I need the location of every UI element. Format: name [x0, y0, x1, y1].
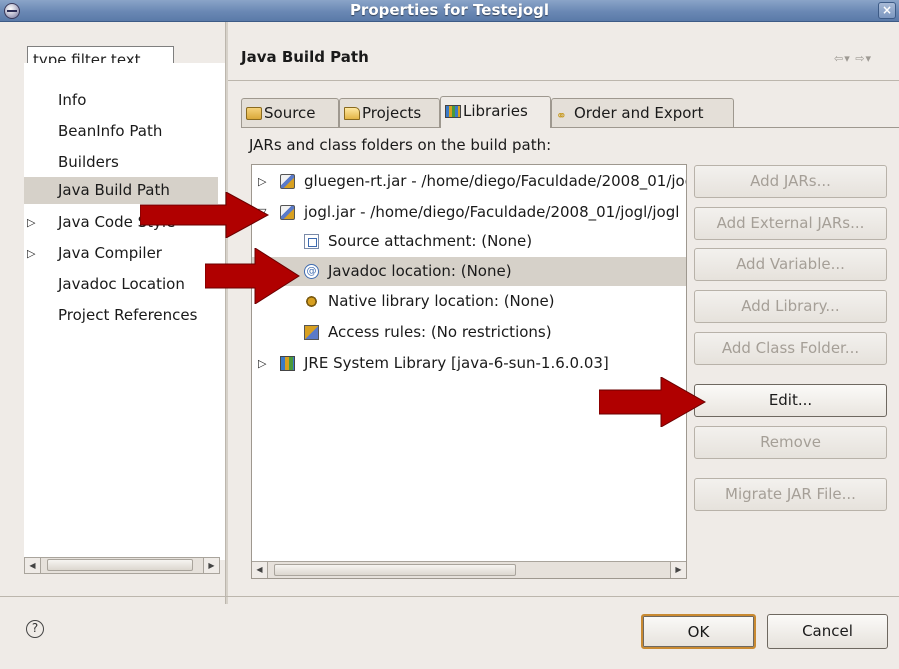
remove-button[interactable]: Remove — [694, 426, 887, 459]
tree-row-native-library[interactable]: Native library location: (None) — [252, 287, 686, 316]
tab-projects[interactable]: Projects — [339, 98, 440, 127]
libraries-icon — [445, 105, 461, 118]
nav-item-builders[interactable]: Builders — [24, 149, 218, 176]
tab-libraries[interactable]: Libraries — [440, 96, 551, 128]
nav-item-info[interactable]: Info — [24, 87, 218, 114]
add-external-jars-button[interactable]: Add External JARs... — [694, 207, 887, 240]
nav-item-java-compiler[interactable]: ▷ Java Compiler — [24, 240, 218, 267]
annotation-arrow-2 — [205, 248, 300, 304]
tab-label: Order and Export — [574, 104, 704, 122]
forward-arrow-icon[interactable]: ⇨▾ — [855, 52, 872, 65]
scroll-right-icon[interactable]: ▶ — [670, 562, 686, 578]
cancel-button[interactable]: Cancel — [767, 614, 888, 649]
add-library-button[interactable]: Add Library... — [694, 290, 887, 323]
javadoc-icon: @ — [304, 264, 319, 279]
tab-label: Libraries — [463, 102, 528, 120]
page-title: Java Build Path — [241, 48, 369, 66]
back-arrow-icon[interactable]: ⇦▾ — [834, 52, 851, 65]
nav-item-label: Project References — [58, 306, 198, 324]
left-horizontal-scrollbar[interactable]: ◀ ▶ — [24, 557, 220, 574]
scroll-left-icon[interactable]: ◀ — [252, 562, 268, 578]
title-bar: Properties for Testejogl × — [0, 0, 899, 22]
nav-item-project-references[interactable]: Project References — [24, 302, 218, 329]
add-jars-button[interactable]: Add JARs... — [694, 165, 887, 198]
tab-source[interactable]: Source — [241, 98, 339, 127]
tree-row-label: Javadoc location: (None) — [328, 262, 512, 280]
edit-button[interactable]: Edit... — [694, 384, 887, 417]
tab-label: Projects — [362, 104, 422, 122]
tree-row-source-attachment[interactable]: Source attachment: (None) — [252, 227, 686, 256]
annotation-arrow-3 — [599, 377, 707, 427]
tree-horizontal-scrollbar[interactable]: ◀ ▶ — [252, 561, 686, 578]
annotation-arrow-1 — [140, 192, 270, 238]
tree-row-label: Access rules: (No restrictions) — [328, 323, 552, 341]
tree-row-label: Source attachment: (None) — [328, 232, 533, 250]
history-nav[interactable]: ⇦▾ ⇨▾ — [834, 52, 872, 65]
nav-item-label: BeanInfo Path — [58, 122, 163, 140]
header-separator — [228, 80, 899, 81]
migrate-jar-file-button[interactable]: Migrate JAR File... — [694, 478, 887, 511]
expand-triangle-icon[interactable]: ▷ — [27, 240, 35, 267]
tab-order-and-export[interactable]: ⚭ Order and Export — [551, 98, 734, 127]
close-button[interactable]: × — [878, 2, 896, 19]
tree-row-jogl-jar[interactable]: ▽ jogl.jar - /home/diego/Faculdade/2008_… — [252, 198, 686, 227]
nav-item-label: Info — [58, 91, 87, 109]
tree-row-label: JRE System Library [java-6-sun-1.6.0.03] — [304, 354, 609, 372]
project-folder-icon — [344, 107, 360, 120]
jar-icon — [280, 174, 295, 189]
add-variable-button[interactable]: Add Variable... — [694, 248, 887, 281]
tree-row-gluegen-rt-jar[interactable]: ▷ gluegen-rt.jar - /home/diego/Faculdade… — [252, 167, 686, 196]
access-rules-icon — [304, 325, 319, 340]
nav-item-beaninfo-path[interactable]: BeanInfo Path — [24, 118, 218, 145]
scroll-left-icon[interactable]: ◀ — [25, 558, 41, 573]
tree-row-jre-system-library[interactable]: ▷ JRE System Library [java-6-sun-1.6.0.0… — [252, 349, 686, 378]
window-title: Properties for Testejogl — [349, 1, 550, 19]
ok-button[interactable]: OK — [641, 614, 756, 649]
expand-triangle-icon[interactable]: ▷ — [258, 349, 266, 378]
order-export-icon: ⚭ — [556, 109, 567, 124]
jar-icon — [280, 205, 295, 220]
tab-label: Source — [264, 104, 316, 122]
library-icon — [280, 356, 295, 371]
scroll-right-icon[interactable]: ▶ — [203, 558, 219, 573]
scrollbar-thumb[interactable] — [47, 559, 193, 571]
scrollbar-thumb[interactable] — [274, 564, 516, 576]
build-path-label: JARs and class folders on the build path… — [249, 136, 552, 154]
nav-item-label: Javadoc Location — [58, 275, 185, 293]
native-library-icon — [304, 294, 319, 309]
tree-row-label: gluegen-rt.jar - /home/diego/Faculdade/2… — [304, 172, 687, 190]
tree-row-javadoc-location[interactable]: @ Javadoc location: (None) — [252, 257, 686, 286]
tree-row-label: jogl.jar - /home/diego/Faculdade/2008_01… — [304, 203, 680, 221]
tree-row-access-rules[interactable]: Access rules: (No restrictions) — [252, 318, 686, 347]
help-icon[interactable]: ? — [26, 620, 44, 638]
add-class-folder-button[interactable]: Add Class Folder... — [694, 332, 887, 365]
footer-separator — [0, 596, 899, 597]
source-folder-icon — [246, 107, 262, 120]
nav-item-label: Java Compiler — [58, 244, 162, 262]
build-path-tree[interactable]: ▷ gluegen-rt.jar - /home/diego/Faculdade… — [251, 164, 687, 579]
panel-splitter[interactable] — [225, 22, 228, 604]
expand-triangle-icon[interactable]: ▷ — [27, 209, 35, 236]
source-attachment-icon — [304, 234, 319, 249]
nav-item-javadoc-location[interactable]: Javadoc Location — [24, 271, 218, 298]
nav-item-label: Builders — [58, 153, 119, 171]
tree-row-label: Native library location: (None) — [328, 292, 555, 310]
